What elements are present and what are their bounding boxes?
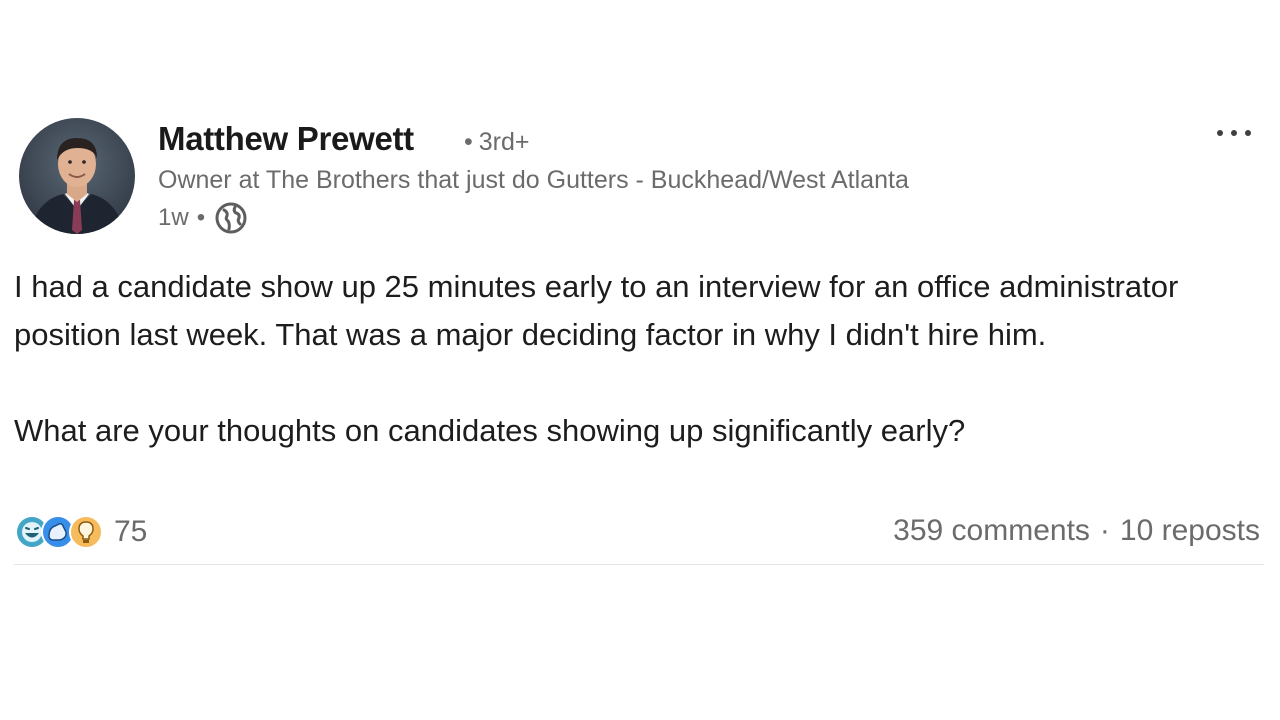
post-meta: 1w • bbox=[158, 202, 247, 234]
post-paragraph: What are your thoughts on candidates sho… bbox=[14, 413, 966, 448]
reaction-icons bbox=[14, 512, 110, 552]
separator-dot: • bbox=[196, 204, 206, 231]
author-name[interactable]: Matthew Prewett bbox=[158, 120, 414, 158]
insightful-reaction-icon bbox=[69, 515, 103, 549]
separator-dot: • bbox=[464, 128, 473, 156]
post-body: I had a candidate show up 25 minutes ear… bbox=[14, 263, 1254, 455]
post-time: 1w bbox=[158, 204, 189, 231]
post-header: Matthew Prewett • 3rd+ Owner at The Broth… bbox=[14, 118, 1264, 240]
more-options-button[interactable] bbox=[1212, 118, 1256, 148]
author-avatar[interactable] bbox=[19, 118, 135, 234]
separator-dot: · bbox=[1099, 514, 1110, 547]
globe-icon bbox=[215, 202, 247, 234]
reposts-count-link[interactable]: 10 reposts bbox=[1120, 514, 1260, 548]
degree-label: 3rd+ bbox=[478, 128, 530, 156]
social-counts-bar: 75 359 comments · 10 reposts bbox=[14, 508, 1264, 565]
engagement-counts: 359 comments · 10 reposts bbox=[893, 514, 1260, 548]
comments-count-link[interactable]: 359 comments bbox=[893, 514, 1090, 548]
author-headline: Owner at The Brothers that just do Gutte… bbox=[158, 166, 909, 194]
connection-degree: • 3rd+ bbox=[464, 128, 530, 157]
post-paragraph: I had a candidate show up 25 minutes ear… bbox=[14, 269, 1179, 352]
ellipsis-icon bbox=[1217, 130, 1251, 136]
feed-post: Matthew Prewett • 3rd+ Owner at The Broth… bbox=[14, 118, 1264, 565]
reactions-summary[interactable]: 75 bbox=[14, 512, 147, 552]
reaction-count: 75 bbox=[114, 515, 148, 548]
